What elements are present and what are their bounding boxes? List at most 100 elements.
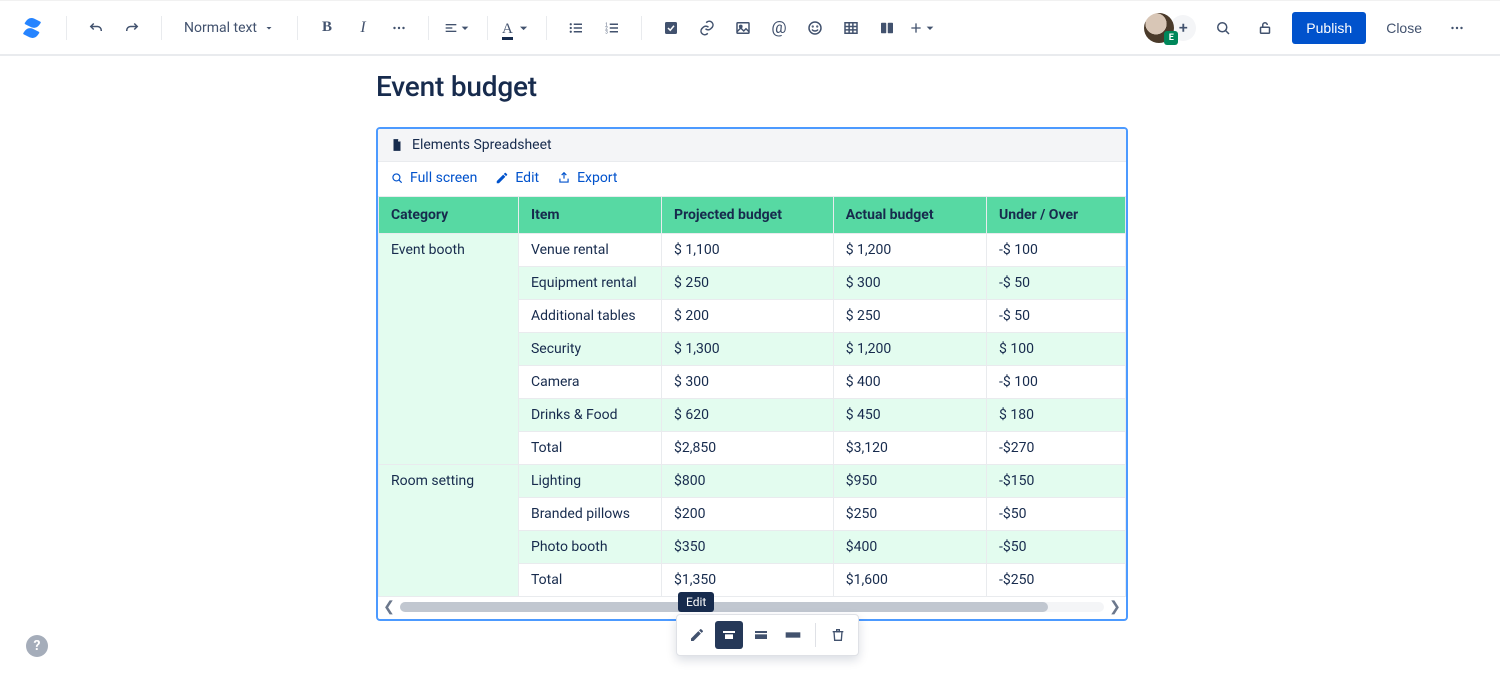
projected-cell[interactable]: $ 1,100 bbox=[662, 234, 834, 267]
scroll-thumb[interactable] bbox=[400, 602, 1048, 612]
publish-button[interactable]: Publish bbox=[1292, 12, 1366, 44]
actual-cell[interactable]: $400 bbox=[833, 531, 986, 564]
under_over-cell[interactable]: -$ 100 bbox=[987, 366, 1126, 399]
item-cell[interactable]: Total bbox=[518, 564, 661, 597]
mention-button[interactable]: @ bbox=[764, 13, 794, 43]
actual-cell[interactable]: $3,120 bbox=[833, 432, 986, 465]
category-cell[interactable]: Room setting bbox=[379, 465, 519, 597]
item-cell[interactable]: Branded pillows bbox=[518, 498, 661, 531]
actual-cell[interactable]: $250 bbox=[833, 498, 986, 531]
under_over-cell[interactable]: -$ 50 bbox=[987, 300, 1126, 333]
category-cell[interactable]: Event booth bbox=[379, 234, 519, 465]
item-cell[interactable]: Security bbox=[518, 333, 661, 366]
table-row[interactable]: Room settingLighting$800$950-$150 bbox=[379, 465, 1126, 498]
actual-cell[interactable]: $ 300 bbox=[833, 267, 986, 300]
italic-button[interactable]: I bbox=[348, 13, 378, 43]
emoji-button[interactable] bbox=[800, 13, 830, 43]
under_over-cell[interactable]: -$ 100 bbox=[987, 234, 1126, 267]
layout-full-button[interactable] bbox=[779, 621, 807, 649]
edit-macro-button[interactable] bbox=[683, 621, 711, 649]
file-icon bbox=[390, 138, 404, 152]
actual-cell[interactable]: $950 bbox=[833, 465, 986, 498]
under_over-cell[interactable]: -$ 50 bbox=[987, 267, 1126, 300]
item-cell[interactable]: Equipment rental bbox=[518, 267, 661, 300]
col-projected[interactable]: Projected budget bbox=[662, 197, 834, 234]
redo-button[interactable] bbox=[117, 13, 147, 43]
projected-cell[interactable]: $ 300 bbox=[662, 366, 834, 399]
text-style-dropdown[interactable]: Normal text bbox=[176, 14, 283, 42]
confluence-logo-icon bbox=[20, 16, 44, 40]
actual-cell[interactable]: $1,600 bbox=[833, 564, 986, 597]
col-item[interactable]: Item bbox=[518, 197, 661, 234]
svg-text:3: 3 bbox=[605, 29, 608, 35]
actual-cell[interactable]: $ 250 bbox=[833, 300, 986, 333]
item-cell[interactable]: Camera bbox=[518, 366, 661, 399]
action-item-button[interactable] bbox=[656, 13, 686, 43]
undo-button[interactable] bbox=[81, 13, 111, 43]
item-cell[interactable]: Drinks & Food bbox=[518, 399, 661, 432]
layout-center-button[interactable] bbox=[715, 621, 743, 649]
close-button[interactable]: Close bbox=[1378, 12, 1430, 44]
fullscreen-link[interactable]: Full screen bbox=[390, 170, 477, 186]
actual-cell[interactable]: $ 400 bbox=[833, 366, 986, 399]
layout-wide-button[interactable] bbox=[747, 621, 775, 649]
table-row[interactable]: Event boothVenue rental$ 1,100$ 1,200-$ … bbox=[379, 234, 1126, 267]
bullet-list-button[interactable] bbox=[561, 13, 591, 43]
avatar[interactable]: E bbox=[1144, 13, 1174, 43]
more-actions-button[interactable] bbox=[1442, 13, 1472, 43]
under_over-cell[interactable]: $ 180 bbox=[987, 399, 1126, 432]
col-under-over[interactable]: Under / Over bbox=[987, 197, 1126, 234]
projected-cell[interactable]: $ 620 bbox=[662, 399, 834, 432]
macro-actions: Full screen Edit Export bbox=[378, 162, 1126, 196]
more-formatting-button[interactable] bbox=[384, 13, 414, 43]
under_over-cell[interactable]: -$50 bbox=[987, 531, 1126, 564]
numbered-list-button[interactable]: 123 bbox=[597, 13, 627, 43]
link-button[interactable] bbox=[692, 13, 722, 43]
item-cell[interactable]: Additional tables bbox=[518, 300, 661, 333]
actual-cell[interactable]: $ 1,200 bbox=[833, 234, 986, 267]
layout-full-icon bbox=[785, 627, 801, 643]
projected-cell[interactable]: $350 bbox=[662, 531, 834, 564]
projected-cell[interactable]: $ 1,300 bbox=[662, 333, 834, 366]
under_over-cell[interactable]: $ 100 bbox=[987, 333, 1126, 366]
scroll-right-icon[interactable]: ❯ bbox=[1108, 599, 1122, 615]
projected-cell[interactable]: $2,850 bbox=[662, 432, 834, 465]
pencil-icon bbox=[689, 627, 705, 643]
search-button[interactable] bbox=[1208, 13, 1238, 43]
projected-cell[interactable]: $ 200 bbox=[662, 300, 834, 333]
under_over-cell[interactable]: -$50 bbox=[987, 498, 1126, 531]
projected-cell[interactable]: $200 bbox=[662, 498, 834, 531]
under_over-cell[interactable]: -$250 bbox=[987, 564, 1126, 597]
page-title[interactable]: Event budget bbox=[376, 70, 1500, 103]
scroll-left-icon[interactable]: ❮ bbox=[382, 599, 396, 615]
col-category[interactable]: Category bbox=[379, 197, 519, 234]
projected-cell[interactable]: $ 250 bbox=[662, 267, 834, 300]
item-cell[interactable]: Lighting bbox=[518, 465, 661, 498]
help-button[interactable]: ? bbox=[26, 635, 48, 657]
insert-dropdown[interactable] bbox=[908, 13, 938, 43]
table-button[interactable] bbox=[836, 13, 866, 43]
delete-macro-button[interactable] bbox=[824, 621, 852, 649]
under_over-cell[interactable]: -$270 bbox=[987, 432, 1126, 465]
image-button[interactable] bbox=[728, 13, 758, 43]
under_over-cell[interactable]: -$150 bbox=[987, 465, 1126, 498]
bold-button[interactable]: B bbox=[312, 13, 342, 43]
edit-link[interactable]: Edit bbox=[495, 170, 539, 186]
projected-cell[interactable]: $800 bbox=[662, 465, 834, 498]
actual-cell[interactable]: $ 1,200 bbox=[833, 333, 986, 366]
scroll-track[interactable] bbox=[400, 602, 1104, 612]
actual-cell[interactable]: $ 450 bbox=[833, 399, 986, 432]
export-link[interactable]: Export bbox=[557, 170, 617, 186]
layouts-button[interactable] bbox=[872, 13, 902, 43]
item-cell[interactable]: Total bbox=[518, 432, 661, 465]
item-cell[interactable]: Photo booth bbox=[518, 531, 661, 564]
chevron-down-icon bbox=[457, 19, 473, 37]
export-icon bbox=[557, 171, 571, 185]
text-color-dropdown[interactable]: A bbox=[502, 13, 532, 43]
col-actual[interactable]: Actual budget bbox=[833, 197, 986, 234]
restrictions-button[interactable] bbox=[1250, 13, 1280, 43]
item-cell[interactable]: Venue rental bbox=[518, 234, 661, 267]
spreadsheet-table[interactable]: Category Item Projected budget Actual bu… bbox=[378, 196, 1126, 597]
align-dropdown[interactable] bbox=[443, 13, 473, 43]
spreadsheet-macro[interactable]: Elements Spreadsheet Full screen Edit Ex… bbox=[376, 127, 1128, 621]
